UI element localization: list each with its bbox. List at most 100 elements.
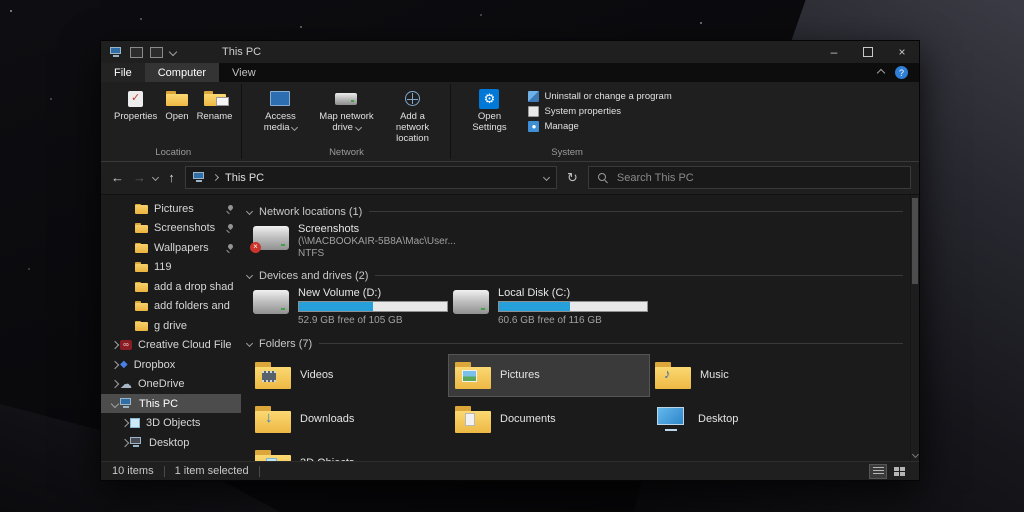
expand-chevron-icon[interactable] — [110, 340, 119, 350]
breadcrumb-path[interactable]: This PC — [225, 172, 264, 184]
qat-button-icon[interactable] — [130, 46, 143, 58]
ribbon: ✓ Properties Open Rename Location Access… — [101, 82, 919, 162]
qat-button-icon-2[interactable] — [150, 46, 163, 58]
pin-icon — [226, 244, 234, 252]
details-view-icon — [872, 466, 884, 476]
back-button[interactable]: ← — [109, 170, 126, 185]
group-label-network: Network — [329, 146, 364, 158]
close-icon: × — [898, 45, 906, 59]
sidebar-item-creative-cloud-files[interactable]: ∞ Creative Cloud File — [101, 335, 241, 355]
sidebar-item-add-a-drop-shad[interactable]: add a drop shad — [101, 277, 241, 297]
drive-new-volume-d[interactable]: New Volume (D:) 52.9 GB free of 105 GB — [253, 287, 453, 333]
downloads-folder-icon: ↓ — [255, 405, 291, 433]
refresh-button[interactable]: ↻ — [567, 170, 578, 186]
capacity-bar-fill — [299, 301, 373, 311]
sidebar-item-desktop[interactable]: Desktop — [101, 433, 241, 453]
section-collapse-chevron-icon[interactable] — [245, 208, 254, 216]
navigation-pane: Pictures Screenshots Wallpapers 119 add … — [101, 195, 241, 461]
network-location-filesystem: NTFS — [298, 247, 325, 259]
breadcrumb-chevron-icon[interactable] — [211, 174, 220, 182]
folder-music[interactable]: ♪ Music — [649, 355, 849, 396]
folder-downloads[interactable]: ↓ Downloads — [249, 399, 449, 440]
system-properties-button[interactable]: System properties — [528, 106, 671, 117]
sidebar-item-add-folders-and[interactable]: add folders and — [101, 296, 241, 316]
tab-computer[interactable]: Computer — [144, 63, 220, 82]
drive-icon — [453, 289, 489, 314]
qat-customize-chevron-icon[interactable] — [168, 47, 178, 57]
folder-3d-objects[interactable]: 3D Objects — [249, 443, 449, 461]
address-bar[interactable]: This PC — [185, 166, 557, 190]
group-label-system: System — [551, 146, 583, 158]
maximize-icon — [863, 47, 873, 57]
properties-button[interactable]: ✓ Properties — [110, 85, 161, 125]
sidebar-item-wallpapers[interactable]: Wallpapers — [101, 238, 241, 258]
ribbon-group-location: ✓ Properties Open Rename Location — [105, 82, 241, 161]
sidebar-item-pictures[interactable]: Pictures — [101, 199, 241, 219]
folder-videos[interactable]: Videos — [249, 355, 449, 396]
close-button[interactable]: × — [885, 41, 919, 63]
desktop-monitor-icon — [655, 406, 689, 432]
sidebar-item-g-drive[interactable]: g drive — [101, 316, 241, 336]
expand-chevron-icon[interactable] — [110, 379, 119, 389]
large-icons-view-button[interactable] — [890, 464, 908, 479]
map-network-drive-button[interactable]: Map network drive — [313, 85, 379, 136]
details-view-button[interactable] — [869, 463, 887, 479]
expand-chevron-icon[interactable] — [110, 360, 119, 369]
collapse-ribbon-icon[interactable] — [876, 68, 886, 77]
sidebar-item-this-pc[interactable]: This PC — [101, 393, 241, 414]
desktop-background: This PC – × File Computer View ? ✓ Prope… — [0, 0, 1024, 512]
sidebar-item-dropbox[interactable]: ◆ Dropbox — [101, 355, 241, 375]
network-location-screenshots[interactable]: × Screenshots (\\MACBOOKAIR-5B8A\Mac\Use… — [250, 223, 903, 265]
address-dropdown-chevron-icon[interactable] — [542, 174, 551, 182]
sidebar-item-119[interactable]: 119 — [101, 257, 241, 277]
main-area: Pictures Screenshots Wallpapers 119 add … — [101, 194, 919, 461]
expand-chevron-icon[interactable] — [120, 438, 129, 447]
collapse-chevron-icon[interactable] — [110, 399, 119, 408]
desktop-icon — [130, 437, 143, 448]
folder-documents[interactable]: Documents — [449, 399, 649, 440]
expand-chevron-icon[interactable] — [120, 418, 129, 428]
file-list: Network locations (1) × Screenshots (\\M… — [241, 195, 919, 461]
folder-pictures[interactable]: Pictures — [448, 353, 650, 397]
pin-icon — [226, 224, 234, 232]
folder-desktop[interactable]: Desktop — [649, 399, 849, 440]
explorer-window: This PC – × File Computer View ? ✓ Prope… — [100, 40, 920, 481]
sidebar-item-onedrive[interactable]: ☁ OneDrive — [101, 374, 241, 394]
maximize-button[interactable] — [851, 41, 885, 63]
minimize-button[interactable]: – — [817, 41, 851, 63]
up-button[interactable]: ↑ — [163, 170, 180, 185]
search-input[interactable] — [614, 170, 901, 185]
open-button[interactable]: Open — [161, 85, 192, 125]
section-collapse-chevron-icon[interactable] — [245, 340, 254, 348]
sidebar-item-3d-objects[interactable]: 3D Objects — [101, 413, 241, 433]
tab-file[interactable]: File — [101, 63, 145, 82]
uninstall-program-button[interactable]: Uninstall or change a program — [528, 91, 672, 102]
manage-button[interactable]: ● Manage — [528, 121, 671, 132]
rename-button[interactable]: Rename — [193, 85, 237, 125]
forward-button[interactable]: → — [131, 170, 148, 185]
section-header-devices-and-drives[interactable]: Devices and drives (2) — [245, 270, 903, 282]
section-header-network-locations[interactable]: Network locations (1) — [245, 206, 903, 218]
open-folder-icon — [165, 91, 188, 106]
folder-icon — [135, 223, 148, 234]
recent-locations-chevron-icon[interactable] — [151, 174, 160, 182]
titlebar[interactable]: This PC – × — [101, 41, 919, 63]
help-icon[interactable]: ? — [895, 66, 908, 79]
scrollbar-down-arrow-icon[interactable] — [911, 450, 919, 459]
folder-icon — [135, 242, 148, 253]
sidebar-item-screenshots[interactable]: Screenshots — [101, 218, 241, 238]
media-server-icon — [270, 91, 291, 106]
access-media-button[interactable]: Access media — [247, 85, 313, 136]
search-box[interactable] — [587, 166, 911, 190]
drive-local-disk-c[interactable]: Local Disk (C:) 60.6 GB free of 116 GB — [453, 287, 653, 333]
tab-view[interactable]: View — [219, 63, 269, 82]
minimize-icon: – — [830, 45, 838, 59]
open-settings-button[interactable]: ⚙ Open Settings — [456, 85, 522, 136]
add-network-location-button[interactable]: Add a network location — [379, 85, 445, 147]
section-header-folders[interactable]: Folders (7) — [245, 338, 903, 350]
vertical-scrollbar[interactable] — [910, 194, 919, 461]
large-icons-view-icon — [893, 466, 905, 476]
section-collapse-chevron-icon[interactable] — [245, 272, 254, 280]
scrollbar-thumb[interactable] — [912, 197, 918, 284]
network-location-path: (\\MACBOOKAIR-5B8A\Mac\User... — [298, 235, 456, 247]
